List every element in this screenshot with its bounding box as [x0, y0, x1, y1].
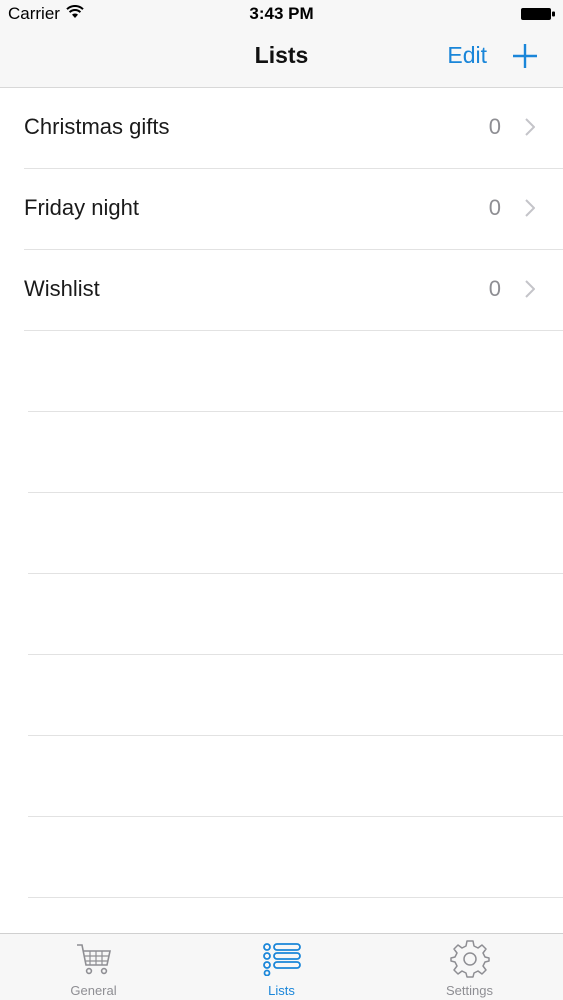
list-item-count: 0: [488, 276, 501, 301]
empty-row: [28, 331, 563, 412]
list-item-name: Wishlist: [24, 276, 100, 301]
list-icon: [262, 943, 301, 976]
empty-row: [28, 493, 563, 574]
list-item-name: Christmas gifts: [24, 114, 170, 139]
tab-label: Settings: [446, 983, 493, 998]
battery-icon: [521, 8, 555, 20]
tab-lists[interactable]: Lists: [188, 934, 375, 1000]
status-time: 3:43 PM: [249, 4, 314, 23]
list-item[interactable]: Friday night 0: [24, 169, 563, 250]
tab-bar: General Lists Settings: [0, 933, 563, 1000]
empty-row: [28, 655, 563, 736]
cart-icon: [76, 944, 111, 975]
empty-row: [28, 412, 563, 493]
gear-icon: [449, 940, 490, 978]
tab-general[interactable]: General: [0, 934, 187, 1000]
chevron-right-icon: [525, 199, 535, 217]
list-item-count: 0: [488, 114, 501, 139]
empty-row: [28, 574, 563, 655]
tab-settings[interactable]: Settings: [376, 934, 563, 1000]
empty-row: [28, 736, 563, 817]
list-item[interactable]: Christmas gifts 0: [24, 88, 563, 169]
tab-label: General: [70, 983, 117, 998]
chevron-right-icon: [525, 280, 535, 298]
chevron-right-icon: [525, 118, 535, 136]
lists-screen: Carrier 3:43 PM Lists Edit Christmas gif…: [0, 0, 563, 1000]
tab-label: Lists: [268, 983, 295, 998]
edit-button[interactable]: Edit: [447, 42, 487, 69]
empty-row: [28, 817, 563, 898]
list-item-count: 0: [488, 195, 501, 220]
lists-table: Christmas gifts 0 Friday night 0 Wishlis…: [0, 88, 563, 898]
navigation-bar: Carrier 3:43 PM Lists Edit: [0, 0, 563, 88]
list-item-name: Friday night: [24, 195, 139, 220]
plus-icon[interactable]: [511, 42, 539, 70]
list-item[interactable]: Wishlist 0: [24, 250, 563, 331]
